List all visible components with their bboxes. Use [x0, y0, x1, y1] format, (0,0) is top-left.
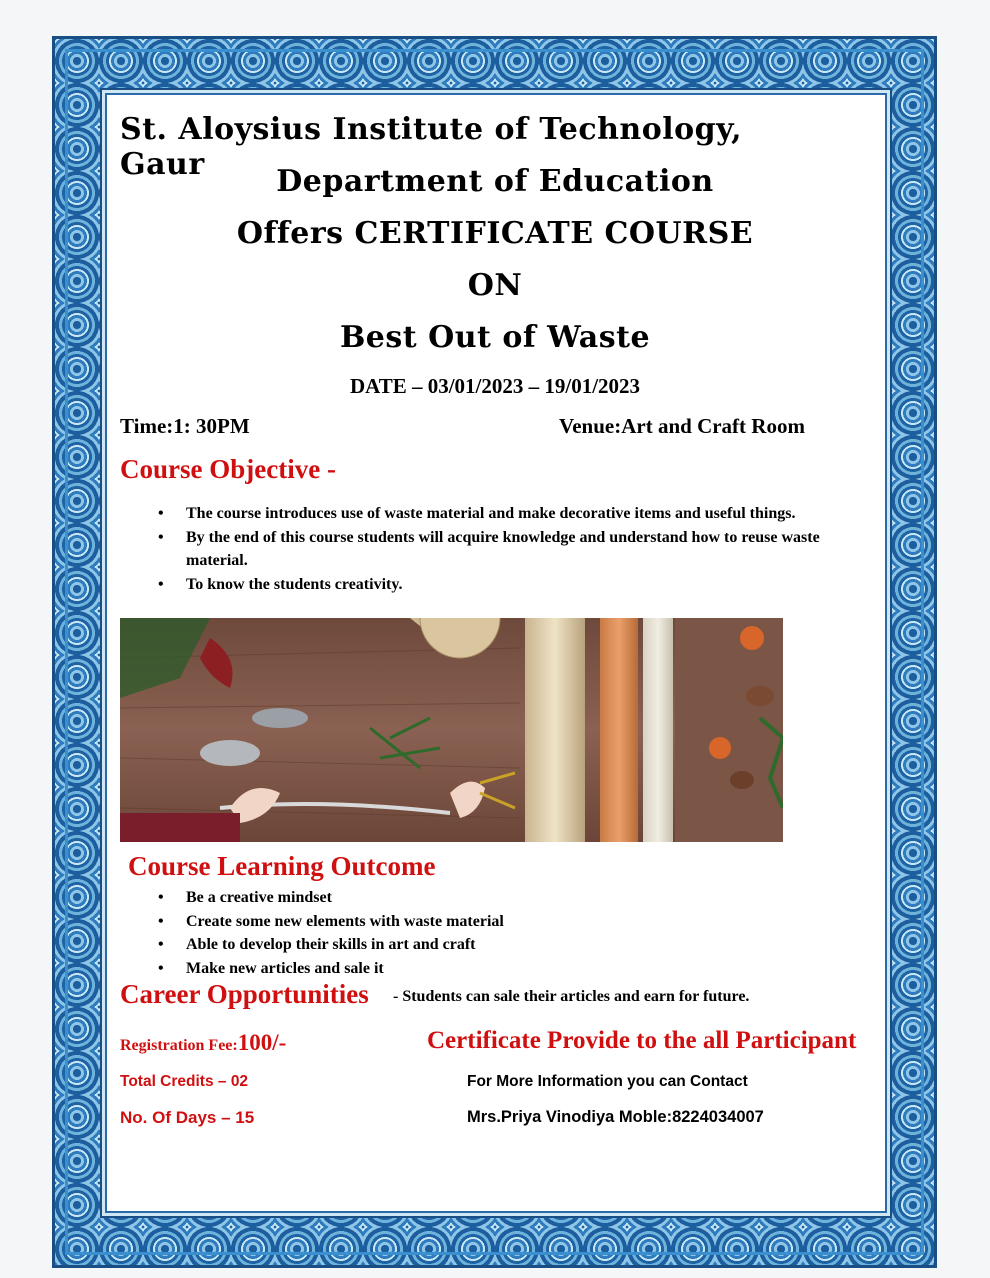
- registration-label: Registration Fee:: [120, 1037, 238, 1054]
- craft-photo-illustration: [120, 618, 783, 842]
- course-offer-line: Offers CERTIFICATE COURSE: [236, 216, 754, 251]
- objective-heading: Course Objective -: [120, 454, 336, 484]
- career-description: - Students can sale their articles and e…: [393, 988, 749, 1006]
- objective-list: The course introduces use of waste mater…: [120, 502, 840, 596]
- list-item: The course introduces use of waste mater…: [120, 502, 840, 526]
- list-item: Be a creative mindset: [120, 886, 840, 910]
- list-item: By the end of this course students will …: [120, 526, 840, 573]
- registration-fee: Registration Fee:100/-: [120, 1030, 286, 1056]
- certificate-note: Certificate Provide to the all Participa…: [427, 1027, 857, 1054]
- list-item: Create some new elements with waste mate…: [120, 910, 840, 934]
- career-heading: Career Opportunities: [120, 979, 369, 1009]
- contact-intro: For More Information you can Contact: [467, 1073, 748, 1090]
- number-of-days: No. Of Days – 15: [120, 1108, 255, 1127]
- craft-photo: [120, 618, 783, 842]
- career-text: Students can sale their articles and ear…: [402, 988, 750, 1005]
- contact-person: Mrs.Priya Vinodiya Moble:8224034007: [467, 1108, 764, 1126]
- total-credits: Total Credits – 02: [120, 1073, 249, 1090]
- list-item: Make new articles and sale it: [120, 957, 840, 981]
- department-name: Department of Education: [276, 164, 714, 199]
- registration-amount: 100/-: [237, 1030, 287, 1055]
- outcome-list: Be a creative mindset Create some new el…: [120, 886, 840, 980]
- course-venue: Venue:Art and Craft Room: [559, 414, 805, 438]
- career-separator: -: [393, 988, 403, 1005]
- course-dates: DATE – 03/01/2023 – 19/01/2023: [349, 374, 641, 398]
- on-line: ON: [467, 268, 523, 303]
- course-title: Best Out of Waste: [339, 320, 651, 355]
- list-item: To know the students creativity.: [120, 573, 840, 597]
- list-item: Able to develop their skills in art and …: [120, 933, 840, 957]
- course-time: Time:1: 30PM: [120, 414, 250, 438]
- outcome-heading: Course Learning Outcome: [128, 851, 436, 881]
